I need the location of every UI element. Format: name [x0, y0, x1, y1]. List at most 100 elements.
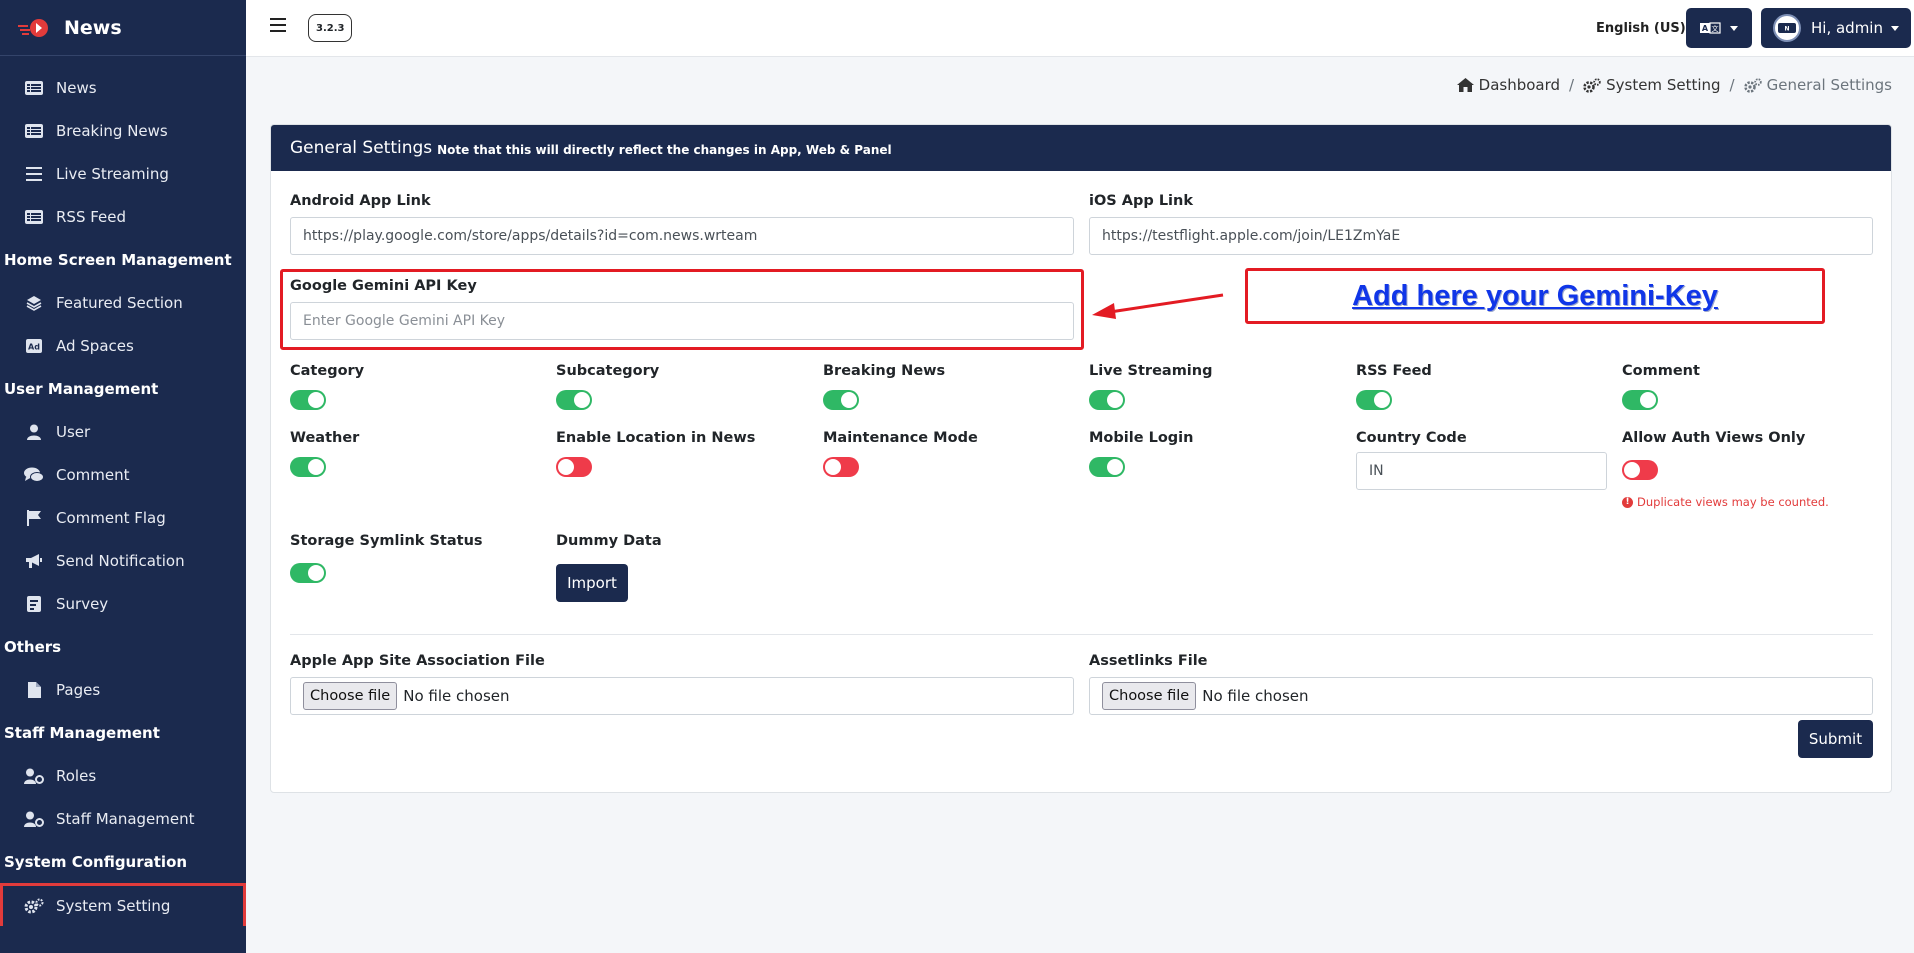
language-dropdown-button[interactable]: A文: [1686, 8, 1752, 48]
home-icon: [1456, 78, 1474, 92]
import-button[interactable]: Import: [556, 564, 628, 602]
annotation-arrow: [1092, 293, 1224, 319]
auth-views-toggle[interactable]: [1622, 460, 1658, 480]
sidebar-item-live-streaming[interactable]: Live Streaming: [0, 152, 246, 195]
brand-name: News: [64, 16, 122, 39]
sidebar-item-label: Staff Management: [56, 809, 195, 828]
sidebar-item-comment[interactable]: Comment: [0, 453, 246, 496]
breaking-news-label: Breaking News: [823, 363, 946, 379]
country-code-input[interactable]: [1356, 452, 1607, 490]
svg-text:N: N: [1784, 26, 1789, 33]
maintenance-toggle[interactable]: [823, 457, 859, 477]
weather-toggle[interactable]: [290, 457, 326, 477]
rss-feed-label: RSS Feed: [1356, 363, 1432, 379]
bars-icon: [24, 165, 44, 183]
breadcrumb-current: General Settings: [1743, 76, 1892, 94]
comment-toggle[interactable]: [1622, 390, 1658, 410]
sidebar-item-news[interactable]: News: [0, 66, 246, 109]
mobile-login-toggle[interactable]: [1089, 457, 1125, 477]
category-toggle[interactable]: [290, 390, 326, 410]
sidebar-item-survey[interactable]: Survey: [0, 582, 246, 625]
sidebar-item-label: News: [56, 78, 97, 97]
submit-button[interactable]: Submit: [1798, 720, 1873, 758]
location-label: Enable Location in News: [556, 430, 756, 446]
android-link-label: Android App Link: [290, 193, 431, 209]
sidebar-item-system-setting[interactable]: System Setting: [0, 883, 246, 926]
apple-file-label: Apple App Site Association File: [290, 653, 545, 669]
sidebar-item-rss-feed[interactable]: RSS Feed: [0, 195, 246, 238]
chevron-down-icon: [1730, 25, 1738, 31]
symlink-toggle[interactable]: [290, 563, 326, 583]
sidebar-item-pages[interactable]: Pages: [0, 668, 246, 711]
breadcrumb-dashboard[interactable]: Dashboard: [1456, 76, 1561, 94]
sidebar-item-featured-section[interactable]: Featured Section: [0, 281, 246, 324]
sidebar: News News Breaking News Live Streaming R…: [0, 0, 246, 953]
sidebar-item-label: Survey: [56, 594, 109, 613]
general-settings-card: General Settings Note that this will dir…: [270, 124, 1892, 793]
breadcrumb-separator: /: [1729, 76, 1735, 94]
rss-feed-toggle[interactable]: [1356, 390, 1392, 410]
comments-icon: [24, 466, 44, 484]
file-icon: [24, 681, 44, 699]
sidebar-item-breaking-news[interactable]: Breaking News: [0, 109, 246, 152]
translate-icon: A文: [1700, 22, 1721, 34]
live-streaming-toggle[interactable]: [1089, 390, 1125, 410]
sidebar-header-home: Home Screen Management: [4, 250, 232, 269]
sidebar-item-label: System Setting: [56, 897, 171, 915]
choose-file-button[interactable]: Choose file: [303, 682, 398, 710]
brand[interactable]: News: [0, 0, 246, 56]
sidebar-item-label: Comment: [56, 465, 130, 484]
language-label: English (US): [1596, 21, 1686, 36]
sidebar-item-roles[interactable]: Roles: [0, 754, 246, 797]
sidebar-item-label: Comment Flag: [56, 508, 166, 527]
user-gear-icon: [24, 810, 44, 828]
assetlinks-file-input[interactable]: Choose file No file chosen: [1089, 677, 1873, 715]
sidebar-item-user[interactable]: User: [0, 410, 246, 453]
apple-file-input[interactable]: Choose file No file chosen: [290, 677, 1074, 715]
sidebar-item-comment-flag[interactable]: Comment Flag: [0, 496, 246, 539]
sidebar-item-send-notification[interactable]: Send Notification: [0, 539, 246, 582]
svg-text:A: A: [1702, 24, 1709, 33]
topbar: 3.2.3 English (US) A文 N Hi, admin: [246, 0, 1914, 57]
sidebar-item-label: Live Streaming: [56, 164, 169, 183]
breadcrumb-label: Dashboard: [1478, 76, 1561, 94]
weather-label: Weather: [290, 430, 360, 446]
location-toggle[interactable]: [556, 457, 592, 477]
sidebar-header-user: User Management: [4, 379, 159, 398]
list-icon: [24, 208, 44, 226]
breaking-news-toggle[interactable]: [823, 390, 859, 410]
annotation-callout: Add here your Gemini-Key: [1245, 268, 1825, 324]
megaphone-icon: [24, 552, 44, 570]
category-label: Category: [290, 363, 365, 379]
sidebar-header-staff: Staff Management: [4, 723, 160, 742]
ios-link-input[interactable]: [1089, 217, 1873, 255]
sidebar-header-others: Others: [4, 637, 62, 656]
news-logo-icon: N: [1778, 23, 1796, 33]
sidebar-item-label: RSS Feed: [56, 207, 127, 226]
sidebar-item-staff-management[interactable]: Staff Management: [0, 797, 246, 840]
comment-label: Comment: [1622, 363, 1700, 379]
android-link-input[interactable]: [290, 217, 1074, 255]
auth-views-warning-text: Duplicate views may be counted.: [1637, 495, 1829, 509]
gears-icon: [1743, 77, 1762, 93]
sidebar-item-label: User: [56, 422, 91, 441]
poll-icon: [24, 595, 44, 613]
list-icon: [24, 122, 44, 140]
symlink-label: Storage Symlink Status: [290, 533, 483, 549]
breadcrumb-label: System Setting: [1606, 76, 1721, 94]
menu-toggle-icon[interactable]: [270, 18, 286, 34]
sidebar-item-label: Breaking News: [56, 121, 168, 140]
choose-file-button[interactable]: Choose file: [1102, 682, 1197, 710]
svg-text:文: 文: [1712, 24, 1719, 33]
card-note: Note that this will directly reflect the…: [437, 142, 892, 157]
sidebar-item-label: Featured Section: [56, 293, 183, 312]
breadcrumb-system-setting[interactable]: System Setting: [1583, 76, 1721, 94]
live-streaming-label: Live Streaming: [1089, 363, 1213, 379]
sidebar-item-ad-spaces[interactable]: Ad Ad Spaces: [0, 324, 246, 367]
subcategory-toggle[interactable]: [556, 390, 592, 410]
gears-icon: [1583, 77, 1601, 93]
file-status: No file chosen: [1202, 687, 1309, 705]
breadcrumb-separator: /: [1569, 76, 1575, 94]
gemini-highlight-box: [280, 269, 1084, 350]
user-menu-button[interactable]: N Hi, admin: [1761, 8, 1911, 48]
